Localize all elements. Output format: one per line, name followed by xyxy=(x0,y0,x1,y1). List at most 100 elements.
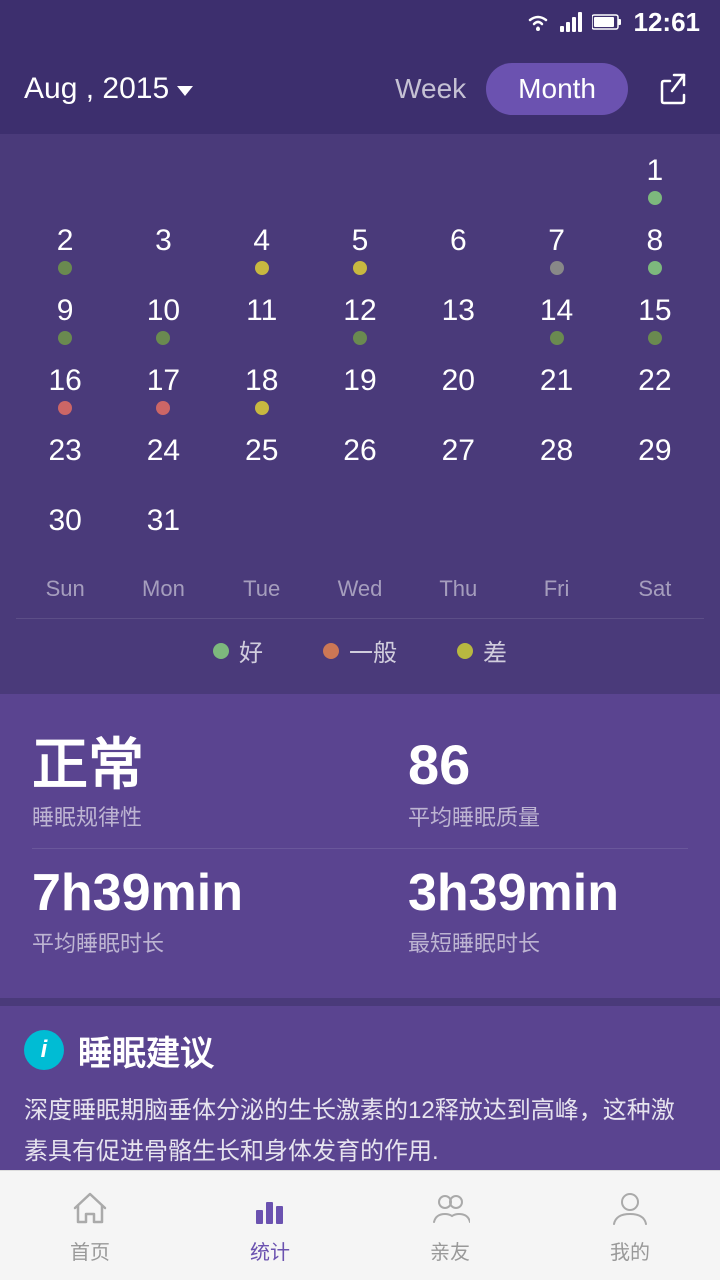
wifi-icon xyxy=(524,12,552,32)
quality-label: 平均睡眠质量 xyxy=(408,800,540,832)
calendar-day-31[interactable]: 25 xyxy=(213,424,311,494)
min-duration-label: 最短睡眠时长 xyxy=(408,926,540,958)
header-date[interactable]: Aug , 2015 xyxy=(24,72,395,106)
calendar-day-14[interactable]: 8 xyxy=(606,214,704,284)
min-duration-value: 3h39min xyxy=(408,865,619,922)
day-number: 17 xyxy=(147,364,180,397)
battery-icon xyxy=(592,13,622,31)
day-number: 20 xyxy=(442,364,475,397)
calendar-day-16[interactable]: 10 xyxy=(114,284,212,354)
day-dot xyxy=(353,331,367,345)
advice-section: i 睡眠建议 深度睡眠期脑垂体分泌的生长激素的12释放达到高峰，这种激素具有促进… xyxy=(0,1006,720,1193)
info-icon: i xyxy=(24,1030,64,1070)
calendar-day-7[interactable]: 1 xyxy=(606,144,704,214)
calendar-day-29[interactable]: 23 xyxy=(16,424,114,494)
calendar-day-19[interactable]: 13 xyxy=(409,284,507,354)
calendar-day-22[interactable]: 16 xyxy=(16,354,114,424)
calendar-day-26[interactable]: 20 xyxy=(409,354,507,424)
min-duration-stat: 3h39min 最短睡眠时长 xyxy=(408,865,688,958)
week-tab[interactable]: Week xyxy=(395,73,466,105)
quality-stat: 86 平均睡眠质量 xyxy=(408,734,688,832)
day-number: 23 xyxy=(48,434,81,467)
header: Aug , 2015 Week Month xyxy=(0,44,720,134)
nav-stats[interactable]: 统计 xyxy=(180,1186,360,1265)
day-dot xyxy=(255,401,269,415)
day-number: 10 xyxy=(147,294,180,327)
month-tab[interactable]: Month xyxy=(486,63,628,115)
calendar-day-25[interactable]: 19 xyxy=(311,354,409,424)
nav-friends-label: 亲友 xyxy=(430,1236,470,1265)
calendar-day-24[interactable]: 18 xyxy=(213,354,311,424)
calendar-day-13[interactable]: 7 xyxy=(507,214,605,284)
day-number: 25 xyxy=(245,434,278,467)
calendar-day-3 xyxy=(213,144,311,214)
day-number: 22 xyxy=(638,364,671,397)
avg-duration-value: 7h39min xyxy=(32,865,243,922)
nav-home[interactable]: 首页 xyxy=(0,1186,180,1265)
day-number: 3 xyxy=(155,224,172,257)
day-number: 14 xyxy=(540,294,573,327)
day-label-sun: Sun xyxy=(16,570,114,608)
home-icon xyxy=(68,1186,112,1230)
legend: 好 一般 差 xyxy=(16,618,704,686)
day-number: 9 xyxy=(57,294,74,327)
calendar-day-30[interactable]: 24 xyxy=(114,424,212,494)
calendar-day-2 xyxy=(114,144,212,214)
day-number: 5 xyxy=(352,224,369,257)
quality-value: 86 xyxy=(408,734,470,796)
day-number: 29 xyxy=(638,434,671,467)
calendar-day-32[interactable]: 26 xyxy=(311,424,409,494)
calendar-day-36[interactable]: 30 xyxy=(16,494,114,564)
day-dot xyxy=(58,401,72,415)
day-number: 28 xyxy=(540,434,573,467)
day-dot xyxy=(648,261,662,275)
nav-profile[interactable]: 我的 xyxy=(540,1186,720,1265)
calendar-day-15[interactable]: 9 xyxy=(16,284,114,354)
day-label-fri: Fri xyxy=(507,570,605,608)
calendar-day-23[interactable]: 17 xyxy=(114,354,212,424)
day-dot xyxy=(648,191,662,205)
calendar-day-35[interactable]: 29 xyxy=(606,424,704,494)
calendar-day-9[interactable]: 3 xyxy=(114,214,212,284)
calendar-day-10[interactable]: 4 xyxy=(213,214,311,284)
day-number: 27 xyxy=(442,434,475,467)
day-number: 1 xyxy=(647,154,664,187)
nav-home-label: 首页 xyxy=(70,1236,110,1265)
calendar-day-8[interactable]: 2 xyxy=(16,214,114,284)
share-icon xyxy=(656,71,692,107)
calendar-day-28[interactable]: 22 xyxy=(606,354,704,424)
calendar-day-18[interactable]: 12 xyxy=(311,284,409,354)
day-number: 11 xyxy=(246,294,277,327)
legend-bad: 差 xyxy=(457,633,507,668)
chevron-down-icon xyxy=(177,86,193,96)
day-label-thu: Thu xyxy=(409,570,507,608)
calendar-day-34[interactable]: 28 xyxy=(507,424,605,494)
calendar-day-21[interactable]: 15 xyxy=(606,284,704,354)
day-number: 26 xyxy=(343,434,376,467)
legend-good-label: 好 xyxy=(239,633,263,668)
day-dot xyxy=(58,331,72,345)
stats-icon xyxy=(248,1186,292,1230)
share-button[interactable] xyxy=(652,67,696,111)
day-number: 31 xyxy=(147,504,180,537)
day-number: 16 xyxy=(48,364,81,397)
day-label-mon: Mon xyxy=(114,570,212,608)
calendar-day-27[interactable]: 21 xyxy=(507,354,605,424)
day-dot xyxy=(58,261,72,275)
legend-good: 好 xyxy=(213,633,263,668)
advice-title: 睡眠建议 xyxy=(78,1026,214,1075)
stats-row-2: 7h39min 平均睡眠时长 3h39min 最短睡眠时长 xyxy=(32,849,688,974)
calendar-day-11[interactable]: 5 xyxy=(311,214,409,284)
calendar-day-37[interactable]: 31 xyxy=(114,494,212,564)
avg-duration-label: 平均睡眠时长 xyxy=(32,926,164,958)
stats-row-1: 正常 睡眠规律性 86 平均睡眠质量 xyxy=(32,718,688,849)
calendar-day-17[interactable]: 11 xyxy=(213,284,311,354)
nav-stats-label: 统计 xyxy=(250,1236,290,1265)
status-icons xyxy=(524,12,622,32)
calendar-day-20[interactable]: 14 xyxy=(507,284,605,354)
legend-ok: 一般 xyxy=(323,633,397,668)
calendar-day-33[interactable]: 27 xyxy=(409,424,507,494)
nav-friends[interactable]: 亲友 xyxy=(360,1186,540,1265)
day-number: 8 xyxy=(647,224,664,257)
calendar-day-12[interactable]: 6 xyxy=(409,214,507,284)
